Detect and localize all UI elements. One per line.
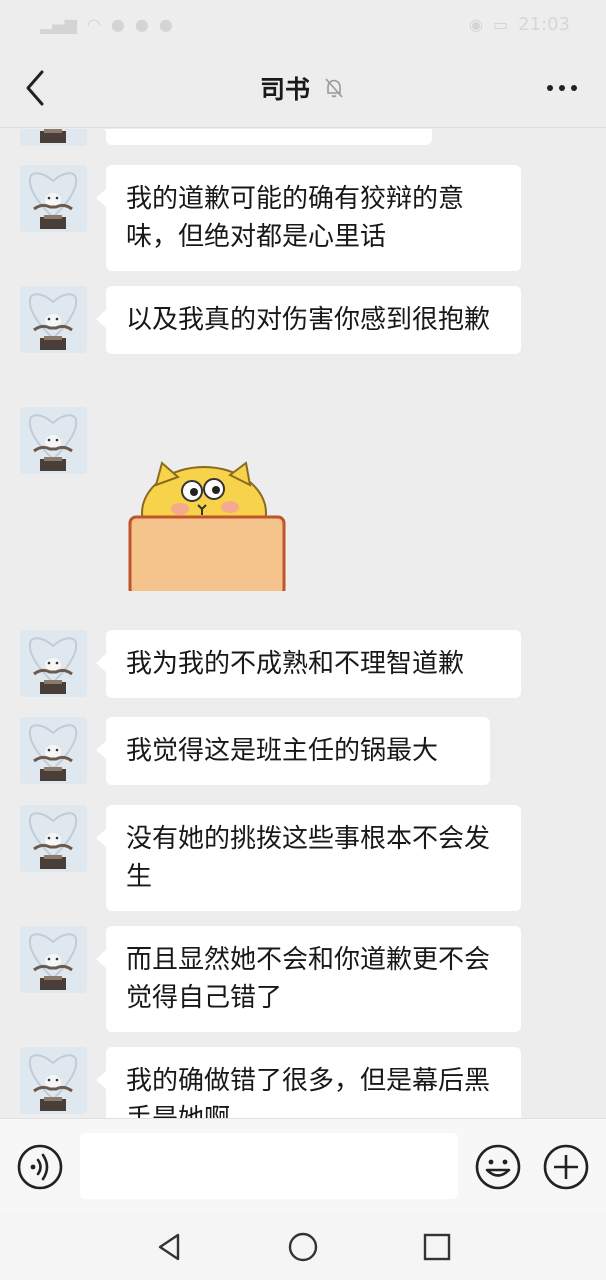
message-bubble[interactable]: 我觉得这是班主任的锅最大	[96, 717, 490, 785]
avatar[interactable]	[20, 165, 87, 232]
message-input[interactable]	[80, 1133, 458, 1199]
status-bar: ▂▄▆ ◠ ● ● ● ◉ ▭ 21:03	[0, 0, 606, 48]
input-bar	[0, 1118, 606, 1212]
status-left: ▂▄▆ ◠ ● ● ●	[40, 15, 173, 34]
page-title: 司书	[259, 74, 310, 104]
emoji-icon[interactable]	[474, 1143, 522, 1191]
nav-home-icon[interactable]	[286, 1230, 320, 1264]
chat-area[interactable]: 我的道歉可能的确有狡辩的意味，但绝对都是心里话 以及我真的对伤害你感到很抱歉 我…	[0, 129, 606, 1118]
status-right: ◉ ▭ 21:03	[469, 14, 570, 35]
avatar[interactable]	[20, 1047, 87, 1114]
notification-icon: ●	[158, 14, 173, 34]
status-time: 21:03	[518, 13, 570, 35]
bell-off-icon	[325, 77, 343, 98]
voice-icon[interactable]	[16, 1143, 64, 1191]
message-bubble[interactable]: 没有她的挑拨这些事根本不会发生	[96, 805, 521, 911]
message-bubble[interactable]: 我的确做错了很多，但是幕后黑手是她啊	[96, 1047, 521, 1118]
battery-icon: ▭	[493, 14, 509, 34]
avatar[interactable]	[20, 926, 87, 993]
avatar[interactable]	[20, 407, 87, 474]
avatar	[20, 129, 87, 146]
yellow-cat-box-sticker[interactable]	[126, 435, 286, 591]
notification-icon: ●	[110, 14, 125, 34]
avatar[interactable]	[20, 630, 87, 697]
system-nav-bar	[0, 1212, 606, 1280]
message-bubble[interactable]: 而且显然她不会和你道歉更不会觉得自己错了	[96, 926, 521, 1032]
message-bubble[interactable]: 我为我的不成熟和不理智道歉	[96, 630, 521, 698]
chevron-left-icon[interactable]	[18, 66, 58, 110]
previous-message	[20, 129, 540, 146]
message-bubble[interactable]	[96, 129, 432, 145]
nav-back-icon[interactable]	[152, 1230, 186, 1264]
nav-recent-icon[interactable]	[420, 1230, 454, 1264]
chat-header: 司书	[0, 48, 606, 128]
signal-icon: ▂▄▆	[40, 14, 77, 34]
avatar[interactable]	[20, 717, 87, 784]
message-bubble[interactable]: 我的道歉可能的确有狡辩的意味，但绝对都是心里话	[96, 165, 521, 271]
message-bubble[interactable]: 以及我真的对伤害你感到很抱歉	[96, 286, 521, 354]
notification-icon: ●	[134, 14, 149, 34]
plus-icon[interactable]	[542, 1143, 590, 1191]
more-dots-icon[interactable]	[542, 74, 582, 102]
avatar[interactable]	[20, 805, 87, 872]
eye-icon: ◉	[469, 14, 483, 34]
title-wrap: 司书	[260, 70, 346, 106]
wifi-icon: ◠	[86, 14, 101, 34]
avatar[interactable]	[20, 286, 87, 353]
